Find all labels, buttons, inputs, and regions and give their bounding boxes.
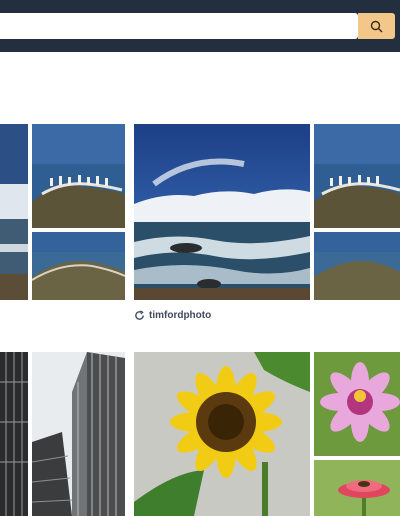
search-icon — [370, 20, 383, 32]
photo-tile-building-left[interactable] — [0, 352, 28, 516]
search-input[interactable] — [0, 13, 358, 39]
photo-tile-pink-flower[interactable] — [314, 352, 400, 456]
photo-tile-cliff-sea[interactable] — [32, 232, 125, 300]
top-navigation-bar — [0, 0, 400, 52]
photo-tile-ocean-waves[interactable] — [134, 124, 310, 300]
photo-tile-bee-flower[interactable] — [314, 460, 400, 516]
photo-tile-glass-tower[interactable] — [32, 352, 125, 516]
photo-tile-coast-left[interactable] — [0, 124, 28, 300]
photographer-name: timfordphoto — [149, 309, 212, 321]
photo-tile-birds-rock-right[interactable] — [314, 124, 400, 228]
photo-tile-birds-rock[interactable] — [32, 124, 125, 228]
search-button[interactable] — [358, 13, 395, 39]
photo-tile-cliff-sea-right[interactable] — [314, 232, 400, 300]
refresh-icon — [135, 309, 144, 320]
photo-tile-sunflower[interactable] — [134, 352, 310, 516]
photographer-credit[interactable]: timfordphoto — [134, 308, 211, 322]
